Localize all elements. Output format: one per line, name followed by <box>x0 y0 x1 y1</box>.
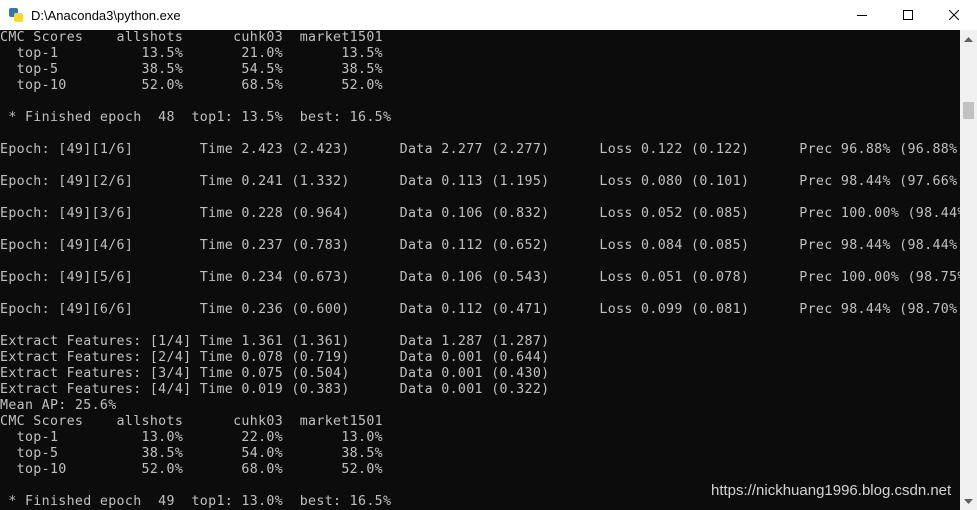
close-button[interactable] <box>931 0 977 30</box>
console-line: Extract Features: [1/4] Time 1.361 (1.36… <box>0 334 550 349</box>
close-icon <box>949 10 959 20</box>
console-line: Epoch: [49][1/6] Time 2.423 (2.423) Data… <box>0 142 960 157</box>
chevron-down-icon <box>964 498 973 504</box>
console-line: Extract Features: [2/4] Time 0.078 (0.71… <box>0 350 550 365</box>
console-line: CMC Scores allshots cuhk03 market1501 <box>0 30 383 45</box>
maximize-icon <box>903 10 913 20</box>
chevron-up-icon <box>964 36 973 42</box>
title-bar[interactable]: D:\Anaconda3\python.exe <box>0 0 977 30</box>
console-line: top-5 38.5% 54.0% 38.5% <box>0 446 383 461</box>
console-line: top-10 52.0% 68.0% 52.0% <box>0 462 383 477</box>
maximize-button[interactable] <box>885 0 931 30</box>
console-line: CMC Scores allshots cuhk03 market1501 <box>0 414 383 429</box>
console-line: Epoch: [49][3/6] Time 0.228 (0.964) Data… <box>0 206 960 221</box>
console-line: Epoch: [49][6/6] Time 0.236 (0.600) Data… <box>0 302 960 317</box>
console-line: Epoch: [49][5/6] Time 0.234 (0.673) Data… <box>0 270 960 285</box>
console-output[interactable]: CMC Scores allshots cuhk03 market1501 to… <box>0 30 960 510</box>
console-line: Mean AP: 25.6% <box>0 398 117 413</box>
console-line: * Finished epoch 48 top1: 13.5% best: 16… <box>0 110 392 125</box>
console-line: Epoch: [49][4/6] Time 0.237 (0.783) Data… <box>0 238 960 253</box>
console-line: top-10 52.0% 68.5% 52.0% <box>0 78 383 93</box>
scroll-down-button[interactable] <box>960 493 977 510</box>
console-line: Extract Features: [4/4] Time 0.019 (0.38… <box>0 382 550 397</box>
minimize-icon <box>857 15 867 16</box>
vertical-scrollbar[interactable] <box>960 30 977 510</box>
watermark-text: https://nickhuang1996.blog.csdn.net <box>711 482 952 499</box>
scroll-up-button[interactable] <box>960 30 977 47</box>
console-line: Extract Features: [3/4] Time 0.075 (0.50… <box>0 366 550 381</box>
console-line: top-1 13.5% 21.0% 13.5% <box>0 46 383 61</box>
scroll-thumb[interactable] <box>963 102 974 119</box>
python-app-icon <box>9 8 23 22</box>
minimize-button[interactable] <box>839 0 885 30</box>
window-title: D:\Anaconda3\python.exe <box>31 7 181 23</box>
window-controls <box>839 0 977 30</box>
console-line: top-1 13.0% 22.0% 13.0% <box>0 430 383 445</box>
console-window: D:\Anaconda3\python.exe CMC Scores allsh <box>0 0 977 510</box>
console-line: top-5 38.5% 54.5% 38.5% <box>0 62 383 77</box>
console-line: Epoch: [49][2/6] Time 0.241 (1.332) Data… <box>0 174 960 189</box>
